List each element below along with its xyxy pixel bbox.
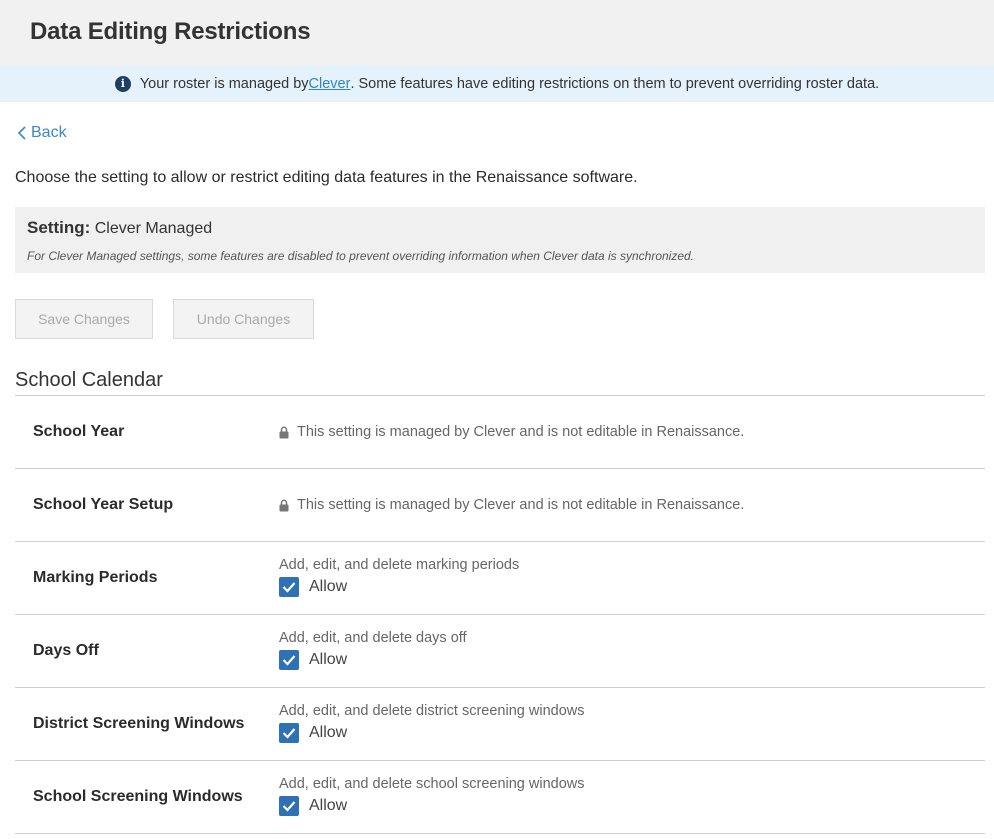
row-description: Add, edit, and delete district screening… <box>279 703 585 719</box>
info-icon: i <box>114 75 131 92</box>
row-label: District Screening Windows <box>33 715 245 732</box>
row-description: Add, edit, and delete school screening w… <box>279 776 585 792</box>
settings-row-school-year: School Year This setting is managed by C… <box>15 396 985 469</box>
locked-text: This setting is managed by Clever and is… <box>297 424 745 440</box>
banner-text-after: . Some features have editing restriction… <box>350 75 880 92</box>
allow-checkbox[interactable]: Allow <box>279 723 347 743</box>
setting-line: Setting: Clever Managed <box>27 218 212 238</box>
settings-row-district-screening-windows: District Screening Windows Add, edit, an… <box>15 688 985 761</box>
row-label: School Screening Windows <box>33 788 243 805</box>
locked-notice: This setting is managed by Clever and is… <box>279 424 744 440</box>
settings-row-days-off: Days Off Add, edit, and delete days off … <box>15 615 985 688</box>
row-label: School Year <box>33 423 125 440</box>
row-description: Add, edit, and delete days off <box>279 630 467 646</box>
clever-link[interactable]: Clever <box>309 76 351 92</box>
page-header: Data Editing Restrictions <box>0 0 994 65</box>
checkbox-checked-icon[interactable] <box>279 723 299 743</box>
lock-icon <box>279 499 289 511</box>
roster-info-banner: i Your roster is managed by Clever . Som… <box>0 65 994 102</box>
checkbox-label: Allow <box>309 797 348 814</box>
checkbox-label: Allow <box>309 651 348 668</box>
undo-changes-button[interactable]: Undo Changes <box>173 299 314 339</box>
checkbox-checked-icon[interactable] <box>279 577 299 597</box>
setting-value: Clever Managed <box>94 220 213 237</box>
save-changes-button[interactable]: Save Changes <box>15 299 153 339</box>
back-label: Back <box>31 124 67 141</box>
intro-text: Choose the setting to allow or restrict … <box>15 169 638 186</box>
locked-notice: This setting is managed by Clever and is… <box>279 497 744 513</box>
allow-checkbox[interactable]: Allow <box>279 650 347 670</box>
section-title: School Calendar <box>15 369 163 391</box>
row-label: Days Off <box>33 642 99 659</box>
row-label: School Year Setup <box>33 496 174 513</box>
setting-label: Setting: <box>27 218 91 237</box>
chevron-left-icon <box>17 126 26 140</box>
settings-row-school-screening-windows: School Screening Windows Add, edit, and … <box>15 761 985 834</box>
setting-panel: Setting: Clever Managed For Clever Manag… <box>15 207 985 273</box>
setting-note: For Clever Managed settings, some featur… <box>27 249 695 263</box>
settings-list: School Year This setting is managed by C… <box>15 395 985 834</box>
lock-icon <box>279 426 289 438</box>
row-label: Marking Periods <box>33 569 158 586</box>
locked-text: This setting is managed by Clever and is… <box>297 497 745 513</box>
checkbox-label: Allow <box>309 578 348 595</box>
checkbox-label: Allow <box>309 724 348 741</box>
back-link[interactable]: Back <box>16 124 67 142</box>
allow-checkbox[interactable]: Allow <box>279 577 347 597</box>
settings-row-school-year-setup: School Year Setup This setting is manage… <box>15 469 985 542</box>
page-title: Data Editing Restrictions <box>30 18 311 45</box>
settings-row-marking-periods: Marking Periods Add, edit, and delete ma… <box>15 542 985 615</box>
checkbox-checked-icon[interactable] <box>279 650 299 670</box>
checkbox-checked-icon[interactable] <box>279 796 299 816</box>
row-description: Add, edit, and delete marking periods <box>279 557 520 573</box>
banner-text-before: Your roster is managed by <box>139 75 309 92</box>
allow-checkbox[interactable]: Allow <box>279 796 347 816</box>
